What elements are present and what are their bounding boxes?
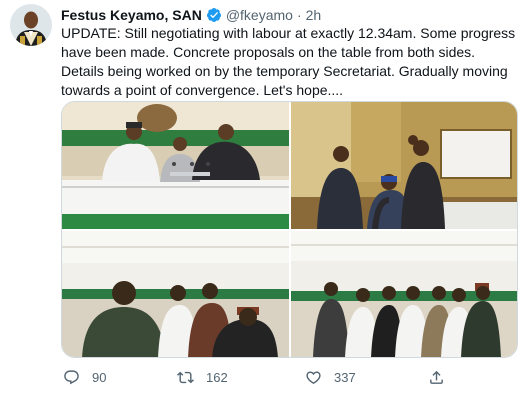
share-button[interactable] — [428, 369, 445, 386]
reply-button[interactable]: 90 — [63, 369, 106, 386]
tweet-header: Festus Keyamo, SAN @fkeyamo · 2h — [61, 6, 321, 24]
tweet-actions: 90 162 337 — [61, 366, 518, 388]
heart-icon — [306, 370, 321, 384]
retweet-count: 162 — [206, 369, 228, 385]
media-grid — [61, 101, 518, 358]
group-in-hall-photo[interactable] — [291, 231, 517, 357]
author-name[interactable]: Festus Keyamo, SAN — [61, 7, 202, 23]
men-standing-in-office-photo[interactable] — [291, 102, 517, 229]
retweet-button[interactable]: 162 — [177, 369, 228, 386]
header-separator: · — [296, 7, 302, 23]
like-count: 337 — [334, 369, 356, 385]
retweet-icon — [177, 371, 194, 383]
tweet-timestamp[interactable]: 2h — [306, 7, 322, 23]
men-in-hall-photo[interactable] — [62, 231, 289, 357]
men-at-table-photo[interactable] — [62, 102, 289, 229]
author-handle[interactable]: @fkeyamo — [226, 7, 293, 23]
verified-badge-icon — [206, 8, 221, 22]
like-button[interactable]: 337 — [305, 369, 356, 386]
avatar[interactable] — [10, 4, 52, 46]
share-icon — [430, 370, 443, 384]
reply-count: 90 — [92, 369, 107, 385]
reply-icon — [64, 369, 79, 384]
tweet-text: UPDATE: Still negotiating with labour at… — [61, 25, 516, 98]
tweet-card[interactable]: Festus Keyamo, SAN @fkeyamo · 2h UPDATE:… — [0, 0, 525, 400]
